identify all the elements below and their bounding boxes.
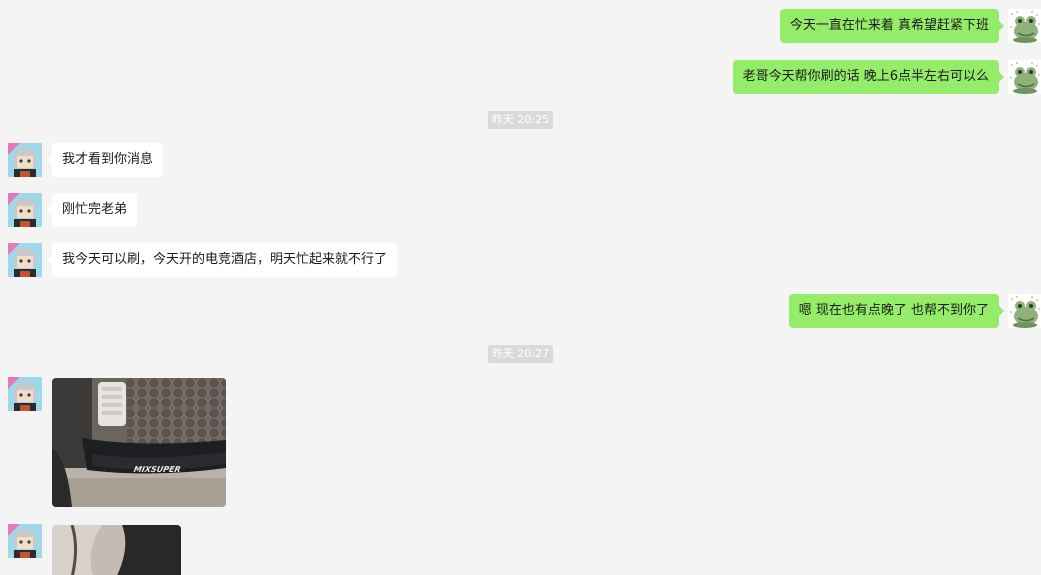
message-row-outgoing: 老哥今天帮你刷的话 晚上6点半左右可以么 [0,60,1041,94]
anime-avatar-icon [8,193,42,227]
message-row-incoming: 刚忙完老弟 [0,193,1041,227]
frog-avatar[interactable] [1008,9,1041,43]
message-bubble[interactable]: 我今天可以刷，今天开的电竞酒店，明天忙起来就不行了 [46,243,398,277]
anime-avatar-icon [8,377,42,411]
message-row-outgoing: 嗯 现在也有点晚了 也帮不到你了 [0,294,1041,328]
anime-avatar-icon [8,524,42,558]
frog-icon [1008,9,1041,43]
photo-brand-text: MIXSUPER [133,465,181,474]
gray-hair-avatar[interactable] [8,524,42,558]
message-bubble[interactable]: 刚忙完老弟 [46,193,138,227]
anime-avatar-icon [8,143,42,177]
car-front-bumper-photo[interactable]: MIXSUPER [52,378,226,507]
timestamp: 昨天 20:27 [0,345,1041,365]
message-row-incoming: MIXSUPER [0,377,1041,507]
timestamp-label: 昨天 20:27 [487,345,554,363]
timestamp-label: 昨天 20:25 [487,111,554,129]
gray-hair-avatar[interactable] [8,193,42,227]
message-row-incoming [0,524,1041,575]
frog-avatar[interactable] [1008,294,1041,328]
message-row-incoming: 我今天可以刷，今天开的电竞酒店，明天忙起来就不行了 [0,243,1041,277]
anime-avatar-icon [8,243,42,277]
gray-hair-avatar[interactable] [8,143,42,177]
frog-avatar[interactable] [1008,60,1041,94]
message-bubble[interactable]: 老哥今天帮你刷的话 晚上6点半左右可以么 [732,60,1005,94]
message-bubble[interactable]: 嗯 现在也有点晚了 也帮不到你了 [788,294,1005,328]
message-row-outgoing: 今天一直在忙来着 真希望赶紧下班 [0,9,1041,43]
timestamp: 昨天 20:25 [0,111,1041,131]
chat-message-area[interactable]: 今天一直在忙来着 真希望赶紧下班 老哥今天帮你刷的话 晚上6点半左右可以么 昨天… [0,0,1041,575]
message-bubble[interactable]: 我才看到你消息 [46,143,164,177]
car-closeup-photo[interactable] [52,525,181,575]
message-bubble[interactable]: 今天一直在忙来着 真希望赶紧下班 [779,9,1005,43]
photo-image [52,525,181,575]
message-row-incoming: 我才看到你消息 [0,143,1041,177]
gray-hair-avatar[interactable] [8,377,42,411]
photo-image: MIXSUPER [52,378,226,507]
frog-icon [1008,294,1041,328]
gray-hair-avatar[interactable] [8,243,42,277]
frog-icon [1008,60,1041,94]
